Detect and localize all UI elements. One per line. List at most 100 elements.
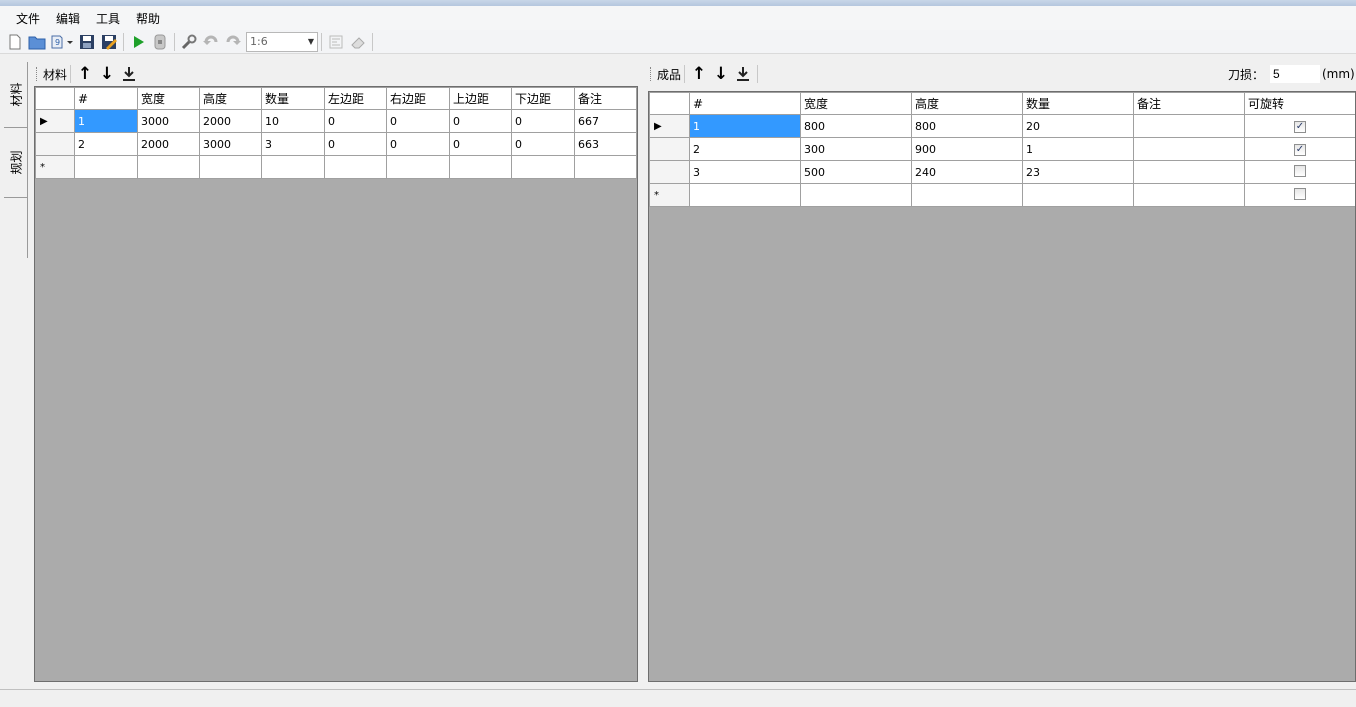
table-cell[interactable]: 500 xyxy=(800,160,912,184)
row-header[interactable] xyxy=(649,160,690,184)
table-cell[interactable]: 3 xyxy=(261,132,325,156)
rotatable-checkbox[interactable] xyxy=(1294,164,1306,177)
column-header[interactable]: 高度 xyxy=(911,92,1023,115)
table-cell[interactable]: 10 xyxy=(261,109,325,133)
table-cell[interactable] xyxy=(1133,137,1245,161)
table-cell[interactable]: 300 xyxy=(800,137,912,161)
table-cell[interactable] xyxy=(911,183,1023,207)
table-cell[interactable] xyxy=(199,155,262,179)
import-icon[interactable] xyxy=(118,63,140,85)
menu-edit[interactable]: 编辑 xyxy=(48,8,88,29)
table-row[interactable]: ▶ 1 3000 2000 10 0 0 0 0 667 xyxy=(35,109,637,133)
table-cell[interactable]: 3000 xyxy=(199,132,262,156)
zoom-select[interactable]: 1:6 ▼ xyxy=(246,31,318,52)
rotatable-checkbox[interactable]: ✓ xyxy=(1294,144,1306,156)
table-cell[interactable]: 0 xyxy=(511,109,575,133)
table-row[interactable]: ▶ 1 800 800 20 ✓ xyxy=(649,114,1355,138)
table-cell[interactable]: 2 xyxy=(689,137,801,161)
table-cell[interactable]: 0 xyxy=(324,132,387,156)
column-header[interactable]: 备注 xyxy=(574,87,637,110)
table-cell[interactable]: 3 xyxy=(689,160,801,184)
rotatable-cell[interactable]: ✓ xyxy=(1244,114,1355,138)
eraser-icon[interactable] xyxy=(347,31,369,53)
table-cell[interactable] xyxy=(689,183,801,207)
table-cell[interactable]: 20 xyxy=(1022,114,1134,138)
column-header[interactable]: 数量 xyxy=(1022,92,1134,115)
arrow-up-icon[interactable]: ↑ xyxy=(74,63,96,85)
settings-wrench-icon[interactable] xyxy=(178,31,200,53)
row-header[interactable] xyxy=(649,137,690,161)
table-cell[interactable]: 2000 xyxy=(137,132,200,156)
table-cell[interactable] xyxy=(1133,183,1245,207)
column-header[interactable]: 备注 xyxy=(1133,92,1245,115)
new-row[interactable]: * xyxy=(35,155,637,179)
toolbar-grip[interactable] xyxy=(36,67,39,81)
table-cell[interactable]: 0 xyxy=(449,132,512,156)
table-cell[interactable]: 667 xyxy=(574,109,637,133)
tab-planning[interactable]: 规划 xyxy=(4,128,28,198)
import-icon[interactable] xyxy=(732,63,754,85)
table-cell[interactable]: 0 xyxy=(449,109,512,133)
table-cell[interactable]: 23 xyxy=(1022,160,1134,184)
run-icon[interactable] xyxy=(127,31,149,53)
column-header[interactable]: 宽度 xyxy=(800,92,912,115)
table-cell[interactable]: 900 xyxy=(911,137,1023,161)
table-cell[interactable]: 0 xyxy=(386,132,450,156)
redo-icon[interactable] xyxy=(222,31,244,53)
table-cell[interactable]: 2000 xyxy=(199,109,262,133)
save-as-icon[interactable] xyxy=(98,31,120,53)
table-row[interactable]: 3 500 240 23 xyxy=(649,160,1355,184)
table-cell[interactable]: 0 xyxy=(386,109,450,133)
table-cell[interactable]: 2 xyxy=(74,132,138,156)
column-header[interactable]: 可旋转 xyxy=(1244,92,1355,115)
current-row-icon[interactable]: ▶ xyxy=(649,114,690,138)
rotatable-cell[interactable] xyxy=(1244,160,1355,184)
table-cell[interactable]: 240 xyxy=(911,160,1023,184)
new-file-icon[interactable] xyxy=(4,31,26,53)
tab-materials[interactable]: 材料 xyxy=(4,62,28,128)
arrow-down-icon[interactable]: ↓ xyxy=(96,63,118,85)
column-header[interactable]: 左边距 xyxy=(324,87,387,110)
column-header[interactable]: 下边距 xyxy=(511,87,575,110)
table-row[interactable]: 2 300 900 1 ✓ xyxy=(649,137,1355,161)
undo-icon[interactable] xyxy=(200,31,222,53)
table-cell[interactable] xyxy=(261,155,325,179)
arrow-up-icon[interactable]: ↑ xyxy=(688,63,710,85)
new-row[interactable]: * xyxy=(649,183,1355,207)
table-cell[interactable]: 0 xyxy=(511,132,575,156)
save-icon[interactable] xyxy=(76,31,98,53)
column-header[interactable]: 高度 xyxy=(199,87,262,110)
table-cell[interactable]: 663 xyxy=(574,132,637,156)
table-cell[interactable] xyxy=(324,155,387,179)
table-cell[interactable] xyxy=(386,155,450,179)
menu-tools[interactable]: 工具 xyxy=(88,8,128,29)
column-header[interactable]: 右边距 xyxy=(386,87,450,110)
toolbar-grip[interactable] xyxy=(650,67,653,81)
table-cell[interactable]: 0 xyxy=(324,109,387,133)
column-header[interactable]: 宽度 xyxy=(137,87,200,110)
table-cell[interactable] xyxy=(511,155,575,179)
materials-grid[interactable]: # 宽度 高度 数量 左边距 右边距 上边距 下边距 备注 ▶ 1 3000 2… xyxy=(34,86,638,682)
table-cell[interactable]: 1 xyxy=(74,109,138,133)
align-icon[interactable] xyxy=(325,31,347,53)
rotatable-checkbox[interactable]: ✓ xyxy=(1294,121,1306,133)
kerf-input[interactable] xyxy=(1270,65,1320,83)
column-header[interactable]: # xyxy=(74,87,138,110)
table-cell[interactable] xyxy=(800,183,912,207)
table-cell[interactable]: 1 xyxy=(1022,137,1134,161)
menu-help[interactable]: 帮助 xyxy=(128,8,168,29)
table-cell[interactable] xyxy=(449,155,512,179)
table-cell[interactable] xyxy=(1022,183,1134,207)
table-cell[interactable] xyxy=(1133,114,1245,138)
arrow-down-icon[interactable]: ↓ xyxy=(710,63,732,85)
rotatable-cell[interactable]: ✓ xyxy=(1244,137,1355,161)
products-grid[interactable]: # 宽度 高度 数量 备注 可旋转 ▶ 1 800 800 20 ✓ 2 300 900 1 ✓ 3 5… xyxy=(648,91,1356,682)
column-header[interactable]: # xyxy=(689,92,801,115)
table-cell[interactable]: 1 xyxy=(689,114,801,138)
table-cell[interactable] xyxy=(1133,160,1245,184)
table-cell[interactable]: 800 xyxy=(800,114,912,138)
menu-file[interactable]: 文件 xyxy=(8,8,48,29)
row-header[interactable] xyxy=(35,132,75,156)
rotatable-checkbox[interactable] xyxy=(1294,187,1306,200)
open-folder-icon[interactable] xyxy=(26,31,48,53)
